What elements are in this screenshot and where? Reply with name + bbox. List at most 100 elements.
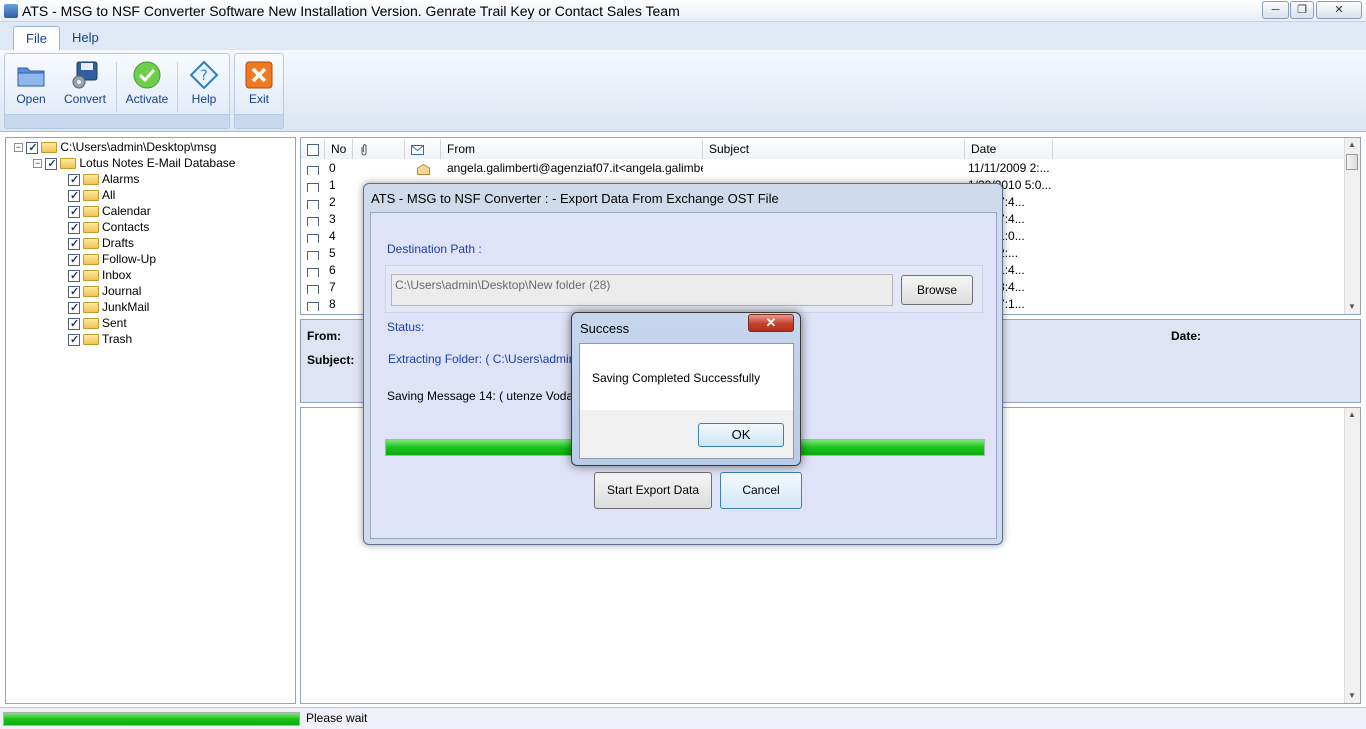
minimize-button[interactable]: ─ xyxy=(1262,1,1289,19)
tree-database[interactable]: − Lotus Notes E-Mail Database xyxy=(33,155,235,172)
tree-checkbox[interactable] xyxy=(26,140,39,156)
table-row[interactable]: 0 angela.galimberti@agenziaf07.it<angela… xyxy=(301,160,1345,177)
svg-text:?: ? xyxy=(200,68,207,84)
ok-button[interactable]: OK xyxy=(698,423,784,447)
close-dialog-button[interactable]: ✕ xyxy=(748,314,794,332)
folder-icon xyxy=(83,222,99,234)
row-checkbox[interactable] xyxy=(307,284,319,294)
preview-scrollbar[interactable]: ▲ ▼ xyxy=(1344,408,1360,703)
convert-button-label: Convert xyxy=(63,92,107,106)
scroll-down-icon[interactable]: ▼ xyxy=(1345,300,1359,314)
row-checkbox[interactable] xyxy=(307,216,319,226)
ribbon: Open Convert Activate ? Help Exit xyxy=(0,50,1366,132)
ribbon-separator xyxy=(177,62,178,112)
row-from: angela.galimberti@agenziaf07.it<angela.g… xyxy=(447,161,703,175)
column-header-attachment[interactable] xyxy=(353,139,405,159)
destination-path-input[interactable]: C:\Users\admin\Desktop\New folder (28) xyxy=(391,274,893,306)
success-dialog-title: Success xyxy=(580,321,630,336)
tree-checkbox[interactable] xyxy=(68,316,80,332)
tree-item-junkmail[interactable]: JunkMail xyxy=(68,299,149,316)
column-header-blank xyxy=(1053,139,1345,159)
export-dialog-title: ATS - MSG to NSF Converter : - Export Da… xyxy=(371,191,779,206)
convert-button[interactable]: Convert xyxy=(61,58,109,116)
tab-help[interactable]: Help xyxy=(60,26,111,51)
maximize-button[interactable]: ❐ xyxy=(1290,1,1314,19)
saving-message-text: Saving Message 14: ( utenze Vodafor xyxy=(387,389,588,403)
tree-item-label: Calendar xyxy=(102,204,151,218)
tree-checkbox[interactable] xyxy=(68,172,80,188)
tree-item-alarms[interactable]: Alarms xyxy=(68,171,140,188)
tree-checkbox[interactable] xyxy=(68,252,80,268)
tree-checkbox[interactable] xyxy=(68,332,80,348)
tab-file[interactable]: File xyxy=(13,26,60,51)
tree-item-contacts[interactable]: Contacts xyxy=(68,219,149,236)
folder-icon xyxy=(83,174,99,186)
tree-item-label: Journal xyxy=(102,284,142,298)
success-dialog: Success ✕ Saving Completed Successfully … xyxy=(571,312,801,466)
tree-checkbox[interactable] xyxy=(68,284,80,300)
tree-checkbox[interactable] xyxy=(68,268,80,284)
exit-button[interactable]: Exit xyxy=(235,58,283,116)
tree-checkbox[interactable] xyxy=(68,188,80,204)
tree-item-trash[interactable]: Trash xyxy=(68,331,132,348)
row-checkbox[interactable] xyxy=(307,301,319,311)
tree-item-label: All xyxy=(102,188,116,202)
status-progress-fill xyxy=(4,713,299,725)
tree-item-label: Alarms xyxy=(102,172,140,186)
tree-item-drafts[interactable]: Drafts xyxy=(68,235,134,252)
tree-checkbox[interactable] xyxy=(68,300,80,316)
scroll-up-icon[interactable]: ▲ xyxy=(1345,408,1359,422)
folder-tree-panel: − C:\Users\admin\Desktop\msg − Lotus Not… xyxy=(5,137,296,704)
column-header-read[interactable] xyxy=(405,139,441,159)
tree-item-sent[interactable]: Sent xyxy=(68,315,127,332)
tree-item-follow-up[interactable]: Follow-Up xyxy=(68,251,156,268)
success-dialog-body: Saving Completed Successfully OK xyxy=(579,343,794,459)
tree-checkbox[interactable] xyxy=(68,204,80,220)
column-header-from[interactable]: From xyxy=(441,139,703,159)
floppy-disk-icon xyxy=(72,61,98,89)
folder-icon xyxy=(83,334,99,346)
extracting-folder-text: Extracting Folder: ( C:\Users\admin\De xyxy=(388,352,595,366)
activate-button[interactable]: Activate xyxy=(123,58,171,116)
row-checkbox[interactable] xyxy=(307,199,319,209)
tree-item-label: Sent xyxy=(102,316,127,330)
check-circle-icon xyxy=(133,61,161,89)
scroll-thumb[interactable] xyxy=(1346,154,1358,170)
column-header-date[interactable]: Date xyxy=(965,139,1053,159)
row-no: 5 xyxy=(329,246,336,260)
scroll-up-icon[interactable]: ▲ xyxy=(1345,138,1359,152)
row-checkbox[interactable] xyxy=(307,267,319,277)
row-checkbox[interactable] xyxy=(307,250,319,260)
tree-item-journal[interactable]: Journal xyxy=(68,283,142,300)
column-header-no[interactable]: No xyxy=(325,139,353,159)
open-button[interactable]: Open xyxy=(7,58,55,116)
ribbon-group-footer xyxy=(5,114,229,128)
folder-icon xyxy=(83,238,99,250)
collapse-icon[interactable]: − xyxy=(33,159,42,169)
cancel-button[interactable]: Cancel xyxy=(720,472,802,509)
tree-checkbox[interactable] xyxy=(68,236,80,252)
status-label: Status: xyxy=(387,320,425,334)
select-all-header[interactable] xyxy=(301,139,325,159)
status-progress-bar xyxy=(3,712,300,726)
select-all-checkbox[interactable] xyxy=(307,143,319,156)
collapse-icon[interactable]: − xyxy=(14,143,23,153)
tree-item-all[interactable]: All xyxy=(68,187,116,204)
row-checkbox[interactable] xyxy=(307,233,319,243)
tree-checkbox[interactable] xyxy=(45,156,58,172)
start-export-button[interactable]: Start Export Data xyxy=(594,472,712,509)
tree-item-calendar[interactable]: Calendar xyxy=(68,203,151,220)
column-header-subject[interactable]: Subject xyxy=(703,139,965,159)
list-scrollbar[interactable]: ▲ ▼ xyxy=(1344,138,1360,314)
tree-root[interactable]: − C:\Users\admin\Desktop\msg xyxy=(14,139,216,156)
row-checkbox[interactable] xyxy=(307,165,319,175)
row-no: 6 xyxy=(329,263,336,277)
help-button[interactable]: ? Help xyxy=(180,58,228,116)
tree-checkbox[interactable] xyxy=(68,220,80,236)
tree-item-inbox[interactable]: Inbox xyxy=(68,267,131,284)
close-window-button[interactable]: ✕ xyxy=(1316,1,1362,19)
browse-button[interactable]: Browse xyxy=(901,275,973,305)
row-checkbox[interactable] xyxy=(307,182,319,192)
scroll-down-icon[interactable]: ▼ xyxy=(1345,689,1359,703)
folder-icon xyxy=(83,302,99,314)
